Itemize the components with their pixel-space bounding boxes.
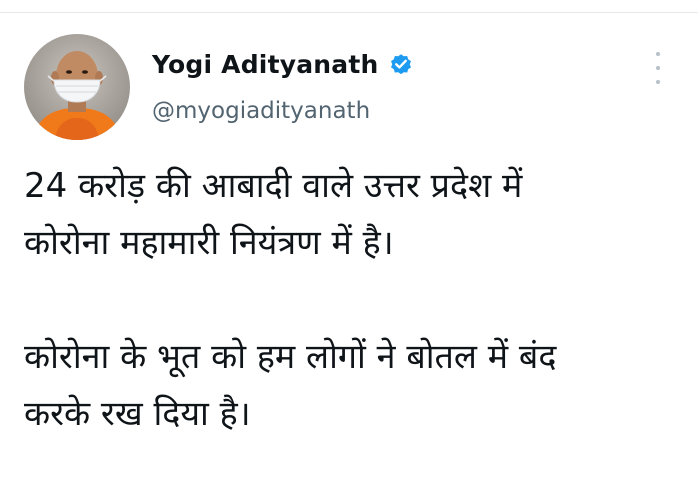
profile-photo-icon bbox=[24, 34, 130, 140]
more-vertical-icon[interactable] bbox=[648, 52, 668, 84]
more-dot bbox=[656, 80, 660, 84]
tweet-line: कोरोना महामारी नियंत्रण में है। bbox=[24, 223, 394, 263]
tweet-line: करके रख दिया है। bbox=[24, 394, 251, 434]
author-row: Yogi Adityanath bbox=[152, 44, 414, 84]
avatar[interactable] bbox=[24, 34, 130, 140]
tweet-line: कोरोना के भूत को हम लोगों ने बोतल में बं… bbox=[24, 337, 557, 377]
tweet-paragraph-2: कोरोना के भूत को हम लोगों ने बोतल में बं… bbox=[24, 329, 674, 443]
author-display-name[interactable]: Yogi Adityanath bbox=[152, 50, 379, 79]
author-handle[interactable]: @myogiadityanath bbox=[152, 98, 370, 124]
tweet-line: 24 करोड़ की आबादी वाले उत्तर प्रदेश में bbox=[24, 166, 523, 206]
more-dot bbox=[656, 52, 660, 56]
tweet-paragraph-1: 24 करोड़ की आबादी वाले उत्तर प्रदेश में … bbox=[24, 158, 674, 272]
tweet-text: 24 करोड़ की आबादी वाले उत्तर प्रदेश में … bbox=[24, 158, 674, 443]
verified-badge-icon bbox=[388, 51, 414, 77]
more-dot bbox=[656, 66, 660, 70]
